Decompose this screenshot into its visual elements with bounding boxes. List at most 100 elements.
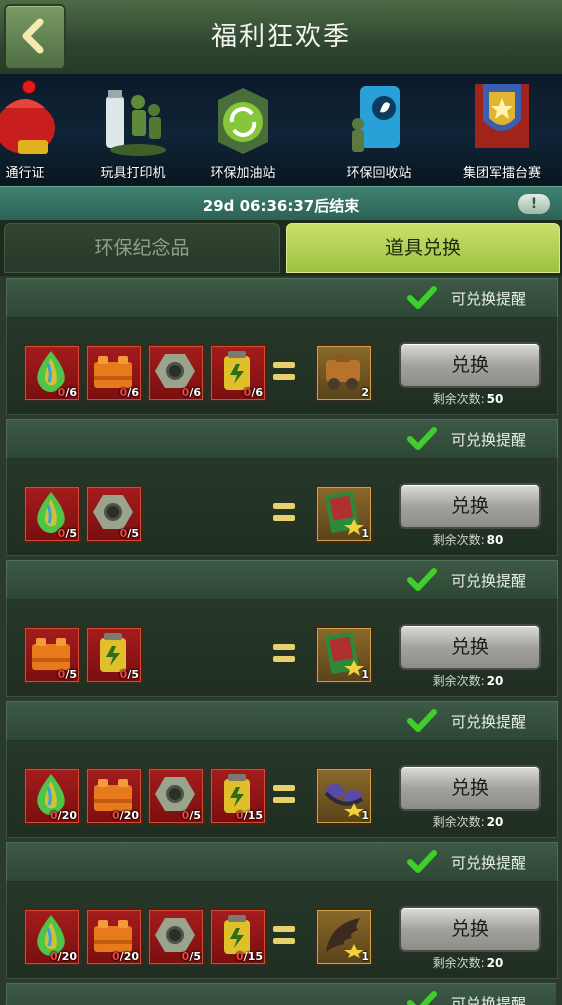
equals-sign (273, 358, 295, 384)
notification-dot (22, 80, 36, 94)
material-slot[interactable]: 0/5 (147, 767, 205, 825)
reward-slot[interactable]: 1 (315, 626, 373, 684)
goggles-icon (324, 784, 364, 817)
exchange-card: 可兑换提醒 0/5 0/5 1 兑换 剩余次数: 80 (6, 419, 558, 556)
checkmark-icon[interactable] (407, 849, 437, 875)
event-timer-bar: 29d 06:36:37后结束 ! (0, 186, 562, 222)
info-button[interactable]: ! (518, 194, 550, 214)
remaining-value: 20 (486, 815, 504, 829)
remaining-times: 剩余次数: 20 (399, 813, 537, 830)
strip-item-pass[interactable]: 通行证 (0, 74, 80, 186)
material-slot[interactable]: 0/5 (85, 485, 143, 543)
material-required: /6 (65, 386, 77, 399)
material-slot[interactable]: 0/5 (23, 485, 81, 543)
remaining-value: 50 (486, 392, 504, 406)
material-slot[interactable]: 0/6 (85, 344, 143, 402)
reward-slot[interactable]: 1 (315, 485, 373, 543)
material-slot[interactable]: 0/5 (85, 626, 143, 684)
checkmark-icon[interactable] (407, 567, 437, 593)
material-slot[interactable]: 0/5 (147, 908, 205, 966)
card-body: 0/6 0/6 0/6 0/6 2 兑换 剩余次数: 50 (6, 318, 558, 415)
equals-sign (273, 640, 295, 666)
reward-count: 2 (361, 386, 369, 399)
strip-item-label: 环保回收站 (346, 166, 412, 181)
material-slot[interactable]: 0/20 (23, 767, 81, 825)
material-required: /5 (189, 809, 201, 822)
material-owned: 0 (112, 950, 120, 963)
exchange-reminder-label: 可兑换提醒 (451, 854, 527, 872)
tab-bar: 环保纪念品 道具兑换 (0, 220, 562, 276)
exchange-button[interactable]: 兑换 (399, 483, 541, 529)
strip-item-recycle-station[interactable]: 环保回收站 (324, 74, 434, 186)
material-owned: 0 (236, 950, 244, 963)
exchange-button[interactable]: 兑换 (399, 624, 541, 670)
material-owned: 0 (112, 809, 120, 822)
strip-item-label: 玩具打印机 (100, 166, 166, 181)
tab-item-exchange[interactable]: 道具兑换 (286, 223, 560, 273)
recycle-refuel-icon (218, 88, 268, 154)
reward-count: 1 (361, 950, 369, 963)
material-slot[interactable]: 0/6 (23, 344, 81, 402)
reward-slot[interactable]: 2 (315, 344, 373, 402)
exchange-card: 可兑换提醒 0/5 0/5 1 兑换 剩余次数: 20 (6, 560, 558, 697)
reward-count: 1 (361, 527, 369, 540)
card-header: 可兑换提醒 (6, 701, 558, 741)
card-pack-icon (325, 491, 364, 535)
strip-item-toy-printer[interactable]: 玩具打印机 (78, 74, 188, 186)
strip-item-eco-station[interactable]: 环保加油站 (188, 74, 298, 186)
exchange-reminder-label: 可兑换提醒 (451, 995, 527, 1005)
reward-slot[interactable]: 1 (315, 767, 373, 825)
strip-item-label: 环保加油站 (210, 166, 276, 181)
strip-item-arena[interactable]: 集团军擂台赛 (447, 74, 557, 186)
equals-sign (273, 781, 295, 807)
exchange-card: 可兑换提醒 (6, 983, 556, 1005)
checkmark-icon[interactable] (407, 285, 437, 311)
exchange-reminder-label: 可兑换提醒 (451, 713, 527, 731)
material-slot[interactable]: 0/20 (85, 767, 143, 825)
event-icon-strip[interactable]: 通行证 玩具打印机 环保加油站 环保回收站 集团军擂台赛 (0, 74, 562, 186)
recycle-bin-icon (352, 86, 400, 152)
toy-soldiers-icon (106, 90, 166, 156)
material-slot[interactable]: 0/6 (209, 344, 267, 402)
material-required: /6 (189, 386, 201, 399)
material-required: /5 (65, 668, 77, 681)
remaining-label: 剩余次数: (432, 533, 485, 547)
exchange-card: 可兑换提醒 0/20 0/20 0/5 0/15 1 兑换 剩余次数: 20 (6, 701, 558, 838)
material-slot[interactable]: 0/15 (209, 908, 267, 966)
material-slot[interactable]: 0/5 (23, 626, 81, 684)
card-body: 0/20 0/20 0/5 0/15 1 兑换 剩余次数: 20 (6, 741, 558, 838)
material-owned: 0 (50, 950, 58, 963)
checkmark-icon[interactable] (407, 990, 437, 1005)
exchange-reminder-label: 可兑换提醒 (451, 431, 527, 449)
material-slot[interactable]: 0/6 (147, 344, 205, 402)
remaining-label: 剩余次数: (432, 815, 485, 829)
exchange-button[interactable]: 兑换 (399, 342, 541, 388)
card-body: 0/5 0/5 1 兑换 剩余次数: 80 (6, 459, 558, 556)
tab-eco-souvenir[interactable]: 环保纪念品 (4, 223, 280, 273)
material-required: /20 (119, 809, 139, 822)
card-pack-icon (325, 632, 364, 676)
material-slot[interactable]: 0/15 (209, 767, 267, 825)
exchange-button[interactable]: 兑换 (399, 765, 541, 811)
card-header: 可兑换提醒 (6, 278, 558, 318)
material-required: /5 (65, 527, 77, 540)
reward-slot[interactable]: 1 (315, 908, 373, 966)
remaining-times: 剩余次数: 50 (399, 390, 537, 407)
material-slot[interactable]: 0/20 (85, 908, 143, 966)
remaining-times: 剩余次数: 80 (399, 531, 537, 548)
exchange-card: 可兑换提醒 0/6 0/6 0/6 0/6 2 兑换 剩余次数: 50 (6, 278, 558, 415)
exchange-button[interactable]: 兑换 (399, 906, 541, 952)
material-slot[interactable]: 0/20 (23, 908, 81, 966)
checkmark-icon[interactable] (407, 426, 437, 452)
remaining-label: 剩余次数: (432, 956, 485, 970)
material-required: /6 (127, 386, 139, 399)
checkmark-icon[interactable] (407, 708, 437, 734)
top-bar: 福利狂欢季 (0, 0, 562, 76)
material-required: /5 (127, 527, 139, 540)
equals-sign (273, 922, 295, 948)
remaining-value: 20 (486, 674, 504, 688)
reward-count: 1 (361, 668, 369, 681)
material-required: /5 (189, 950, 201, 963)
card-header: 可兑换提醒 (6, 983, 556, 1005)
countdown-text: 29d 06:36:37后结束 (202, 197, 360, 215)
